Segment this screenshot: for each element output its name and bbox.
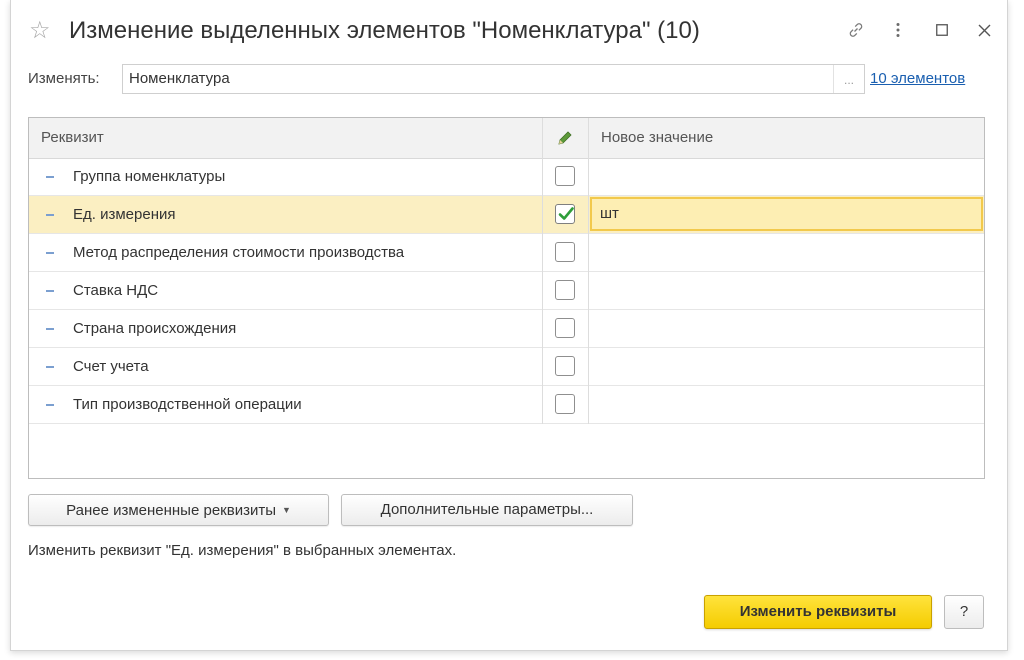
attributes-table: Реквизит Новое значение Группа номенклат… bbox=[28, 117, 985, 479]
change-target-value: Номенклатура bbox=[129, 70, 230, 87]
header-new-value[interactable]: Новое значение bbox=[601, 129, 713, 146]
dialog-title: Изменение выделенных элементов "Номенкла… bbox=[69, 17, 700, 44]
row-marker-icon bbox=[46, 328, 54, 330]
table-row[interactable]: Счет учета bbox=[29, 348, 984, 386]
title-bar: ☆ Изменение выделенных элементов "Номенк… bbox=[11, 12, 1007, 52]
row-marker-icon bbox=[46, 214, 54, 216]
header-attribute[interactable]: Реквизит bbox=[41, 129, 104, 146]
star-outline-icon[interactable]: ☆ bbox=[29, 18, 51, 42]
previously-changed-dropdown[interactable]: Ранее измененные реквизиты ▼ bbox=[28, 494, 329, 526]
row-attribute-name: Счет учета bbox=[73, 358, 149, 375]
more-vertical-icon[interactable] bbox=[885, 16, 911, 44]
table-row[interactable]: Тип производственной операции bbox=[29, 386, 984, 424]
row-attribute-name: Группа номенклатуры bbox=[73, 168, 226, 185]
table-row[interactable]: Ставка НДС bbox=[29, 272, 984, 310]
row-attribute-name: Страна происхождения bbox=[73, 320, 237, 337]
status-message: Изменить реквизит "Ед. измерения" в выбр… bbox=[28, 542, 457, 559]
row-checkbox[interactable] bbox=[555, 318, 575, 338]
row-marker-icon bbox=[46, 290, 54, 292]
row-marker-icon bbox=[46, 404, 54, 406]
row-checkbox-checked[interactable] bbox=[555, 204, 575, 224]
previously-changed-label: Ранее измененные реквизиты bbox=[66, 502, 276, 519]
dialog-window: ☆ Изменение выделенных элементов "Номенк… bbox=[10, 0, 1008, 651]
row-attribute-name: Метод распределения стоимости производст… bbox=[73, 244, 405, 261]
select-button[interactable]: ... bbox=[833, 65, 864, 93]
column-divider bbox=[588, 158, 589, 424]
table-header: Реквизит Новое значение bbox=[29, 118, 984, 159]
row-attribute-name: Ставка НДС bbox=[73, 282, 159, 299]
additional-params-button[interactable]: Дополнительные параметры... bbox=[341, 494, 633, 526]
row-checkbox[interactable] bbox=[555, 242, 575, 262]
link-icon[interactable] bbox=[843, 16, 869, 44]
additional-params-label: Дополнительные параметры... bbox=[380, 501, 594, 518]
chevron-down-icon: ▼ bbox=[281, 505, 291, 515]
row-checkbox[interactable] bbox=[555, 356, 575, 376]
apply-changes-label: Изменить реквизиты bbox=[739, 603, 897, 620]
table-row[interactable]: Группа номенклатуры bbox=[29, 158, 984, 196]
elements-count-link[interactable]: 10 элементов bbox=[870, 70, 965, 87]
column-divider bbox=[542, 118, 543, 158]
change-target-label: Изменять: bbox=[28, 70, 100, 87]
column-divider bbox=[588, 118, 589, 158]
checkmark-icon bbox=[558, 207, 574, 220]
new-value-input[interactable]: шт bbox=[590, 197, 983, 231]
new-value-text: шт bbox=[600, 205, 619, 222]
row-marker-icon bbox=[46, 366, 54, 368]
row-checkbox[interactable] bbox=[555, 280, 575, 300]
row-checkbox[interactable] bbox=[555, 166, 575, 186]
apply-changes-button[interactable]: Изменить реквизиты bbox=[704, 595, 932, 629]
row-attribute-name: Тип производственной операции bbox=[73, 396, 302, 413]
table-row[interactable]: Метод распределения стоимости производст… bbox=[29, 234, 984, 272]
maximize-icon[interactable] bbox=[929, 16, 955, 44]
help-label: ? bbox=[959, 603, 969, 620]
close-icon[interactable] bbox=[971, 16, 997, 44]
pencil-icon bbox=[556, 129, 574, 152]
table-row-selected[interactable]: Ед. измерения шт bbox=[29, 196, 984, 234]
row-marker-icon bbox=[46, 252, 54, 254]
row-marker-icon bbox=[46, 176, 54, 178]
row-attribute-name: Ед. измерения bbox=[73, 206, 176, 223]
change-target-field[interactable]: Номенклатура ... bbox=[122, 64, 865, 94]
table-row[interactable]: Страна происхождения bbox=[29, 310, 984, 348]
help-button[interactable]: ? bbox=[944, 595, 984, 629]
column-divider bbox=[542, 158, 543, 424]
row-checkbox[interactable] bbox=[555, 394, 575, 414]
